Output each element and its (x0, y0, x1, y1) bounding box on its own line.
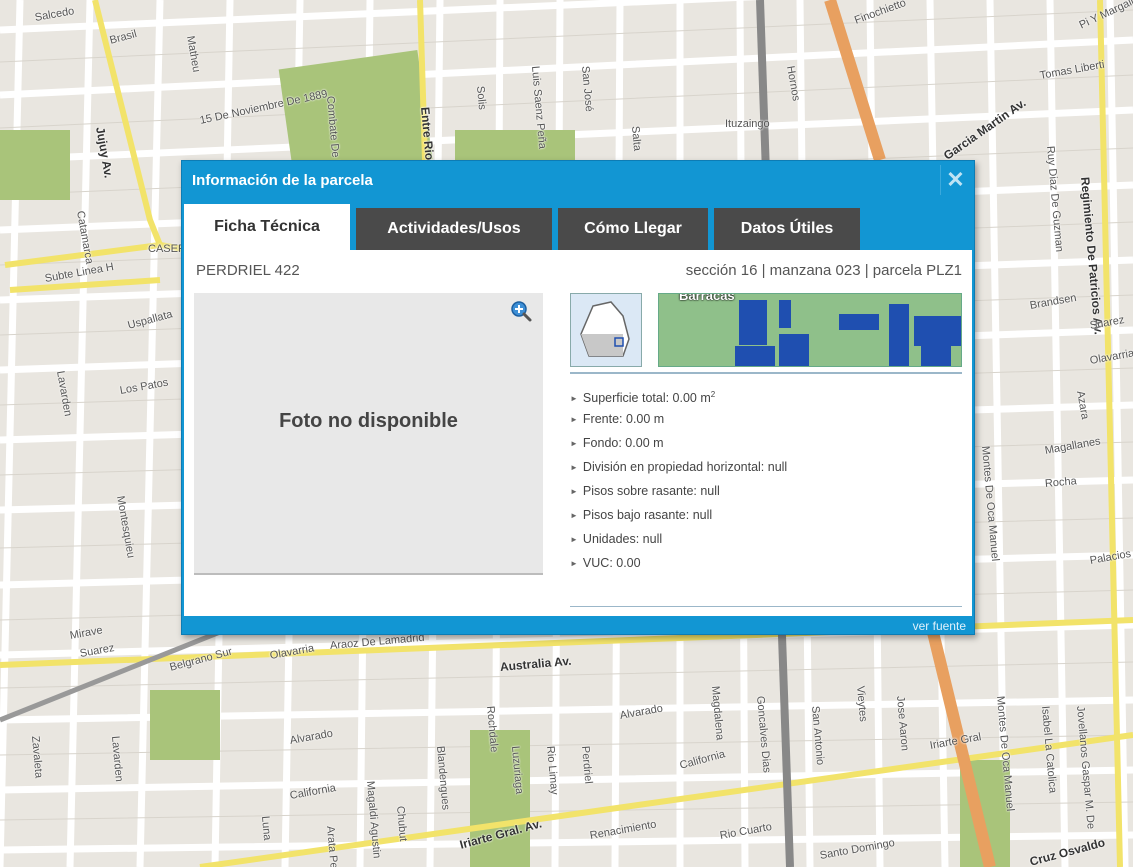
bullet-arrow-icon: ► (570, 415, 578, 424)
tab-ficha-tecnica[interactable]: Ficha Técnica (184, 204, 350, 250)
bullet-arrow-icon: ► (570, 535, 578, 544)
close-icon: ✕ (946, 167, 965, 192)
tab-label: Datos Útiles (740, 220, 834, 237)
parcel-photo: Foto no disponible (194, 293, 543, 575)
map-street-label: Luna (259, 815, 274, 841)
tab-bar: Ficha Técnica Actividades/Usos Cómo Lleg… (184, 204, 866, 250)
map-street-label: Solis (474, 85, 489, 111)
property-pisos-sobre-rasante: ► Pisos sobre rasante: null (570, 479, 787, 503)
tab-actividades-usos[interactable]: Actividades/Usos (356, 208, 552, 250)
property-superficie-total: ► Superficie total: 0.00 m2 (570, 383, 787, 407)
photo-unavailable-text: Foto no disponible (279, 410, 458, 432)
tab-datos-utiles[interactable]: Datos Útiles (714, 208, 860, 250)
city-outline-icon (580, 301, 630, 357)
parcel-blocks (735, 300, 961, 366)
property-vuc: ► VUC: 0.00 (570, 551, 787, 575)
parcel-info-dialog: Información de la parcela ✕ Ficha Técnic… (181, 160, 975, 635)
dialog-title: Información de la parcela (192, 172, 373, 189)
divider (570, 606, 962, 607)
property-unidades: ► Unidades: null (570, 527, 787, 551)
location-overview-map[interactable] (570, 293, 642, 367)
view-source-link[interactable]: ver fuente (913, 619, 966, 633)
close-button[interactable]: ✕ (940, 165, 970, 195)
tab-panel-ficha-tecnica: PERDRIEL 422 sección 16 | manzana 023 | … (184, 250, 972, 616)
bullet-arrow-icon: ► (570, 487, 578, 496)
tab-label: Actividades/Usos (387, 220, 521, 237)
parcel-location-map[interactable]: Barracas (658, 293, 962, 367)
bullet-arrow-icon: ► (570, 439, 578, 448)
divider (570, 372, 962, 374)
bullet-arrow-icon: ► (570, 511, 578, 520)
tab-label: Ficha Técnica (214, 218, 320, 235)
property-frente: ► Frente: 0.00 m (570, 407, 787, 431)
parcel-cadastral-info: sección 16 | manzana 023 | parcela PLZ1 (685, 262, 962, 279)
tab-como-llegar[interactable]: Cómo Llegar (558, 208, 708, 250)
bullet-arrow-icon: ► (570, 463, 578, 472)
parcel-address: PERDRIEL 422 (196, 262, 300, 279)
property-division-horizontal: ► División en propiedad horizontal: null (570, 455, 787, 479)
property-pisos-bajo-rasante: ► Pisos bajo rasante: null (570, 503, 787, 527)
zoom-in-icon[interactable] (509, 299, 533, 323)
map-street-label: Ituzaingo (725, 118, 770, 130)
parcel-properties-list: ► Superficie total: 0.00 m2 ► Frente: 0.00… (570, 383, 787, 575)
property-fondo: ► Fondo: 0.00 m (570, 431, 787, 455)
bullet-arrow-icon: ► (570, 559, 578, 568)
map-street-label: Salta (629, 125, 644, 152)
tab-label: Cómo Llegar (584, 220, 682, 237)
neighborhood-label: Barracas (679, 293, 735, 303)
